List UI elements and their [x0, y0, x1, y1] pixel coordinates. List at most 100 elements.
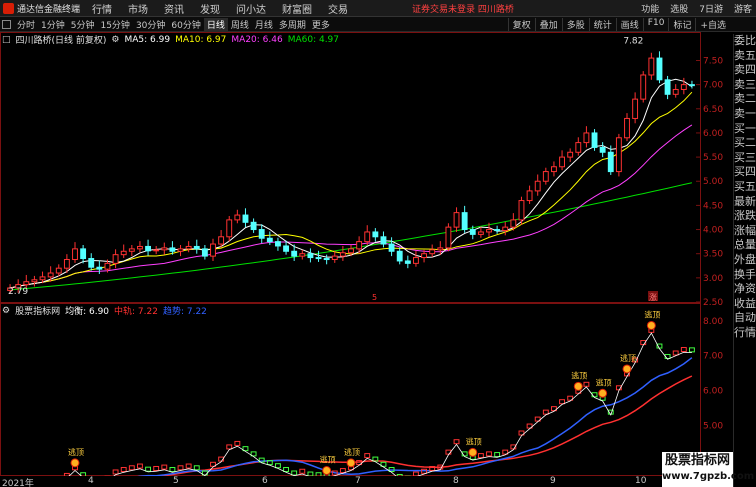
signal-icon [70, 458, 80, 468]
multi-stock-button[interactable]: 多股 [561, 18, 589, 31]
chart-tools: 复权 叠加 多股 统计 画线 F10 标记 +自选 [507, 18, 730, 31]
sidebar-item-bid4[interactable]: 买四 [734, 165, 756, 180]
tab-intraday[interactable]: 分时 [14, 18, 38, 31]
function-button[interactable]: 功能 [641, 2, 659, 15]
settings-icon[interactable]: ⚙ [111, 35, 119, 45]
y-tick-label: 5.50 [703, 153, 723, 163]
x-tick-label: 2021年 [2, 479, 34, 487]
menu-item-markets[interactable]: 市场 [120, 1, 156, 16]
candle-body [55, 267, 62, 274]
tab-15min[interactable]: 15分钟 [97, 18, 132, 31]
candle-body [372, 231, 379, 238]
sidebar-item-latest[interactable]: 最新 [734, 195, 756, 210]
candle-body [559, 156, 565, 168]
candle-body [575, 142, 582, 153]
tab-daily[interactable]: 日线 [203, 17, 228, 31]
mark-button[interactable]: 标记 [668, 18, 695, 31]
sidebar-item-outer[interactable]: 外盘 [734, 253, 756, 268]
sidebar-item-net-assets[interactable]: 净资 [734, 282, 756, 297]
indicator-bar [128, 465, 135, 471]
candle-body [242, 214, 249, 223]
login-notice[interactable]: 证券交易未登录 四川路桥 [412, 2, 514, 15]
sidebar-item-bid5[interactable]: 买五 [734, 180, 756, 195]
tab-monthly[interactable]: 月线 [252, 18, 276, 31]
candle-body [307, 253, 314, 259]
indicator-settings-icon[interactable]: ⚙ [2, 306, 10, 316]
layout-icon[interactable] [2, 19, 11, 29]
candle-body [96, 266, 103, 270]
tab-weekly[interactable]: 周线 [228, 18, 252, 31]
period-tabs: 分时 1分钟 5分钟 15分钟 30分钟 60分钟 日线 周线 月线 多周期 更… [0, 17, 333, 31]
candle-body [145, 245, 151, 252]
candle-body [266, 237, 273, 243]
menu-item-trade[interactable]: 交易 [320, 1, 356, 16]
candle-body [356, 241, 363, 250]
indicator-bar [486, 451, 492, 457]
sidebar-item-ask4[interactable]: 卖四 [734, 63, 756, 78]
sidebar-item-ratio[interactable]: 委比 [734, 34, 756, 49]
sidebar-item-ask1[interactable]: 卖一 [734, 107, 756, 122]
sidebar-item-ask3[interactable]: 卖三 [734, 78, 756, 93]
sidebar-item-bid2[interactable]: 买二 [734, 136, 756, 151]
stock-chart[interactable]: 7.50 7.00 6.50 6.00 5.50 5.00 4.50 4.00 3.50 3.00… [0, 32, 733, 476]
stock-select-button[interactable]: 选股 [670, 2, 688, 15]
stats-button[interactable]: 统计 [588, 18, 616, 31]
signal-icon [468, 447, 478, 457]
watermark-url: www.7gpzb.com [662, 471, 755, 482]
menu-item-discover[interactable]: 发现 [192, 1, 228, 16]
x-tick-label: 7 [355, 476, 361, 486]
signal-label: 逃顶 [466, 436, 482, 446]
menu-item-ask[interactable]: 问小达 [228, 1, 274, 16]
overlay-button[interactable]: 叠加 [534, 18, 562, 31]
sidebar-item-bid1[interactable]: 买一 [734, 122, 756, 137]
collapse-icon[interactable]: □ [2, 35, 11, 45]
sidebar-item-quotes[interactable]: 行情 [734, 326, 756, 341]
menu-item-wealth[interactable]: 财富圈 [274, 1, 320, 16]
signal-icon [573, 381, 583, 391]
tab-1min[interactable]: 1分钟 [38, 18, 68, 31]
adjust-button[interactable]: 复权 [507, 18, 535, 31]
chart-toolbar: 分时 1分钟 5分钟 15分钟 30分钟 60分钟 日线 周线 月线 多周期 更… [0, 17, 756, 32]
candle-body [469, 229, 476, 235]
sidebar-item-change-pct[interactable]: 涨幅 [734, 224, 756, 239]
menu-item-news[interactable]: 资讯 [156, 1, 192, 16]
candle-body [47, 272, 54, 278]
trend-line [137, 357, 693, 476]
title-bar: 通达信金融终端 行情 市场 资讯 发现 问小达 财富圈 交易 证券交易未登录 四… [0, 0, 756, 17]
seven-day-button[interactable]: 7日游 [699, 2, 723, 15]
candle-body [234, 214, 241, 221]
f10-button[interactable]: F10 [642, 18, 669, 31]
indicator-bar [542, 409, 549, 415]
sidebar-item-change[interactable]: 涨跌 [734, 209, 756, 224]
tab-60min[interactable]: 60分钟 [168, 18, 203, 31]
sidebar-item-earnings[interactable]: 收益 [734, 297, 756, 312]
sidebar-item-ask2[interactable]: 卖二 [734, 92, 756, 107]
indicator-bar [339, 468, 346, 474]
indicator-bar [193, 465, 200, 471]
indicator-bar [672, 350, 679, 356]
candle-body [680, 84, 687, 90]
indicator-bar [137, 463, 143, 469]
tab-multi-period[interactable]: 多周期 [276, 18, 309, 31]
guest-button[interactable]: 游客 [734, 2, 752, 15]
candle-body [299, 253, 306, 257]
signal-label: 逃顶 [344, 447, 360, 457]
tab-30min[interactable]: 30分钟 [133, 18, 168, 31]
tab-5min[interactable]: 5分钟 [68, 18, 98, 31]
candle-body [226, 219, 233, 238]
sidebar-item-bid3[interactable]: 买三 [734, 151, 756, 166]
draw-button[interactable]: 画线 [615, 18, 643, 31]
indicator-bar [161, 464, 168, 470]
x-axis: 2021年 4 5 6 7 8 9 10 [0, 476, 662, 487]
sidebar-item-ask5[interactable]: 卖五 [734, 49, 756, 64]
sidebar-item-auto[interactable]: 自动 [734, 311, 756, 326]
sidebar-item-volume[interactable]: 总量 [734, 238, 756, 253]
menu-item-market[interactable]: 行情 [84, 1, 120, 16]
candle-body [275, 241, 281, 247]
signal-label: 逃顶 [320, 455, 336, 465]
sidebar-item-turnover[interactable]: 换手 [734, 268, 756, 283]
indicator-bar [680, 347, 687, 353]
add-watchlist-button[interactable]: +自选 [695, 18, 730, 31]
tab-more[interactable]: 更多 [309, 18, 333, 31]
candle-body [339, 252, 346, 257]
